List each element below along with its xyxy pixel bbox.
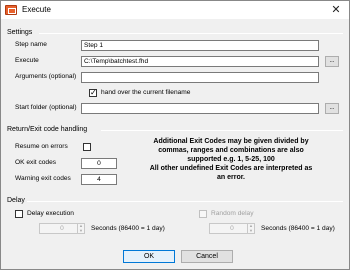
ok-button[interactable]: OK — [123, 250, 175, 263]
settings-separator — [39, 33, 343, 34]
info-line: All other undefined Exit Codes are inter… — [149, 165, 313, 172]
dialog-body: Settings Step name Step 1 Execute C:\Tem… — [1, 19, 349, 269]
hand-over-filename-checkbox[interactable] — [89, 88, 97, 97]
execute-app-icon — [5, 5, 17, 15]
spin-arrows-icon[interactable]: ▲ ▼ — [247, 223, 254, 233]
start-folder-browse-button[interactable]: ... — [325, 103, 339, 114]
return-codes-separator — [101, 130, 343, 131]
title-bar: Execute ✕ — [1, 1, 349, 19]
info-line: an error. — [216, 174, 245, 181]
warning-exit-codes-label: Warning exit codes — [15, 175, 71, 182]
step-name-label: Step name — [15, 41, 47, 48]
delay-separator — [27, 201, 343, 202]
info-line: supported e.g. 1, 5-25, 100 — [187, 156, 275, 163]
delay-seconds-value: 0 — [60, 225, 64, 232]
random-delay-checkbox[interactable] — [199, 210, 207, 218]
delay-seconds-label: Seconds (86400 = 1 day) — [91, 225, 165, 232]
random-delay-seconds-value: 0 — [230, 225, 234, 232]
step-name-input[interactable]: Step 1 — [81, 40, 319, 51]
execute-label: Execute — [15, 57, 39, 64]
spin-arrows-icon[interactable]: ▲ ▼ — [77, 223, 84, 233]
resume-on-errors-checkbox[interactable] — [83, 143, 91, 151]
hand-over-filename-label: hand over the current filename — [101, 89, 191, 96]
delay-execution-checkbox[interactable] — [15, 210, 23, 218]
ok-exit-codes-input[interactable]: 0 — [81, 158, 117, 169]
resume-on-errors-label: Resume on errors — [15, 143, 68, 150]
info-line: Additional Exit Codes may be given divid… — [153, 138, 309, 145]
execute-path-input[interactable]: C:\Temp\batchtest.fhd — [81, 56, 319, 67]
delay-execution-label: Delay execution — [27, 210, 74, 217]
execute-browse-button[interactable]: ... — [325, 56, 339, 67]
close-icon[interactable]: ✕ — [329, 3, 343, 17]
random-delay-label: Random delay — [211, 210, 254, 217]
cancel-button[interactable]: Cancel — [181, 250, 233, 263]
arguments-input[interactable] — [81, 72, 319, 83]
warning-exit-codes-input[interactable]: 4 — [81, 174, 117, 185]
window-title: Execute — [22, 5, 51, 14]
exit-codes-info-text: Additional Exit Codes may be given divid… — [121, 137, 341, 182]
delay-section-label: Delay — [7, 197, 25, 204]
arguments-label: Arguments (optional) — [15, 73, 77, 80]
return-codes-section-label: Return/Exit code handling — [7, 126, 88, 133]
random-delay-seconds-spinner[interactable]: 0 ▲ ▼ — [209, 223, 255, 234]
info-line: commas, ranges and combinations are also — [158, 147, 304, 154]
delay-seconds-spinner[interactable]: 0 ▲ ▼ — [39, 223, 85, 234]
ok-exit-codes-label: OK exit codes — [15, 159, 57, 166]
start-folder-label: Start folder (optional) — [15, 104, 77, 111]
random-delay-seconds-label: Seconds (86400 = 1 day) — [261, 225, 335, 232]
execute-dialog: Execute ✕ Settings Step name Step 1 Exec… — [0, 0, 350, 270]
start-folder-input[interactable] — [81, 103, 319, 114]
settings-section-label: Settings — [7, 29, 33, 36]
